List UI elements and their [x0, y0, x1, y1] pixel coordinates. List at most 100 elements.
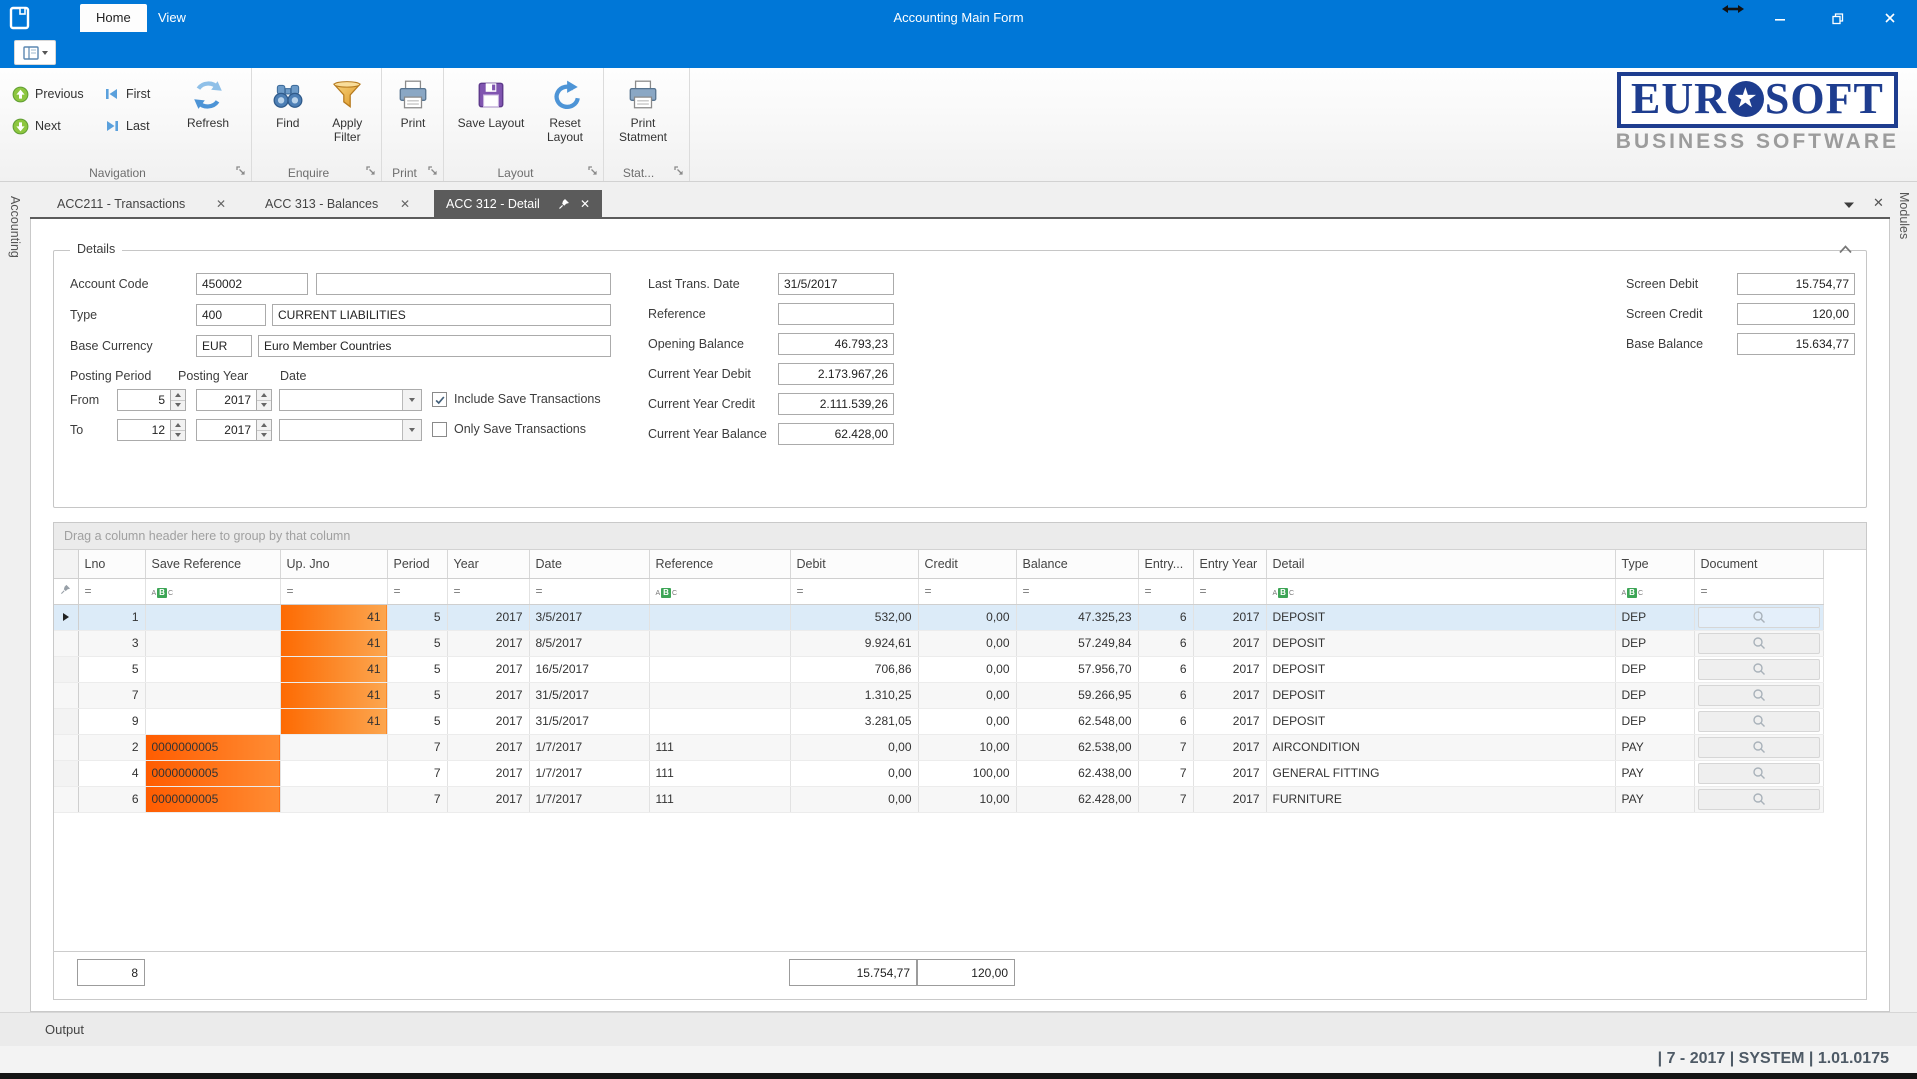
grid-cell-entry_year[interactable]: 2017 [1193, 734, 1266, 760]
filter-cell-entry[interactable]: = [1138, 578, 1193, 604]
grid-cell-balance[interactable]: 62.428,00 [1016, 786, 1138, 812]
grid-cell-detail[interactable]: GENERAL FITTING [1266, 760, 1615, 786]
include-save-transactions-checkbox[interactable] [432, 392, 447, 407]
to-period-spinner[interactable]: 12 [117, 419, 186, 441]
grid-cell-debit[interactable]: 1.310,25 [790, 682, 918, 708]
grid-cell-type[interactable]: DEP [1615, 682, 1694, 708]
column-header-balance[interactable]: Balance [1016, 550, 1138, 578]
grid-cell-reference[interactable]: 111 [649, 734, 790, 760]
grid-cell-reference[interactable] [649, 682, 790, 708]
doc-tab-detail[interactable]: ACC 312 - Detail ✕ [434, 190, 602, 217]
grid-cell-document[interactable] [1694, 786, 1823, 812]
current-year-credit-field[interactable]: 2.111.539,26 [778, 393, 894, 415]
filter-cell-date[interactable]: = [529, 578, 649, 604]
from-date-dropdown[interactable] [279, 389, 422, 411]
spin-down-icon[interactable] [257, 400, 271, 411]
grid-cell-entry[interactable]: 6 [1138, 604, 1193, 630]
document-search-button[interactable] [1698, 607, 1820, 628]
grid-cell-debit[interactable]: 532,00 [790, 604, 918, 630]
grid-cell-entry_year[interactable]: 2017 [1193, 786, 1266, 812]
filter-row-indicator[interactable] [54, 578, 78, 604]
grid-cell-save_reference[interactable] [145, 630, 280, 656]
filter-cell-reference[interactable]: ABC [649, 578, 790, 604]
grid-cell-type[interactable]: PAY [1615, 734, 1694, 760]
grid-cell-document[interactable] [1694, 760, 1823, 786]
grid-cell-credit[interactable]: 10,00 [918, 786, 1016, 812]
grid-cell-debit[interactable]: 0,00 [790, 734, 918, 760]
grid-cell-type[interactable]: DEP [1615, 708, 1694, 734]
current-year-debit-field[interactable]: 2.173.967,26 [778, 363, 894, 385]
document-search-button[interactable] [1698, 711, 1820, 732]
opening-balance-field[interactable]: 46.793,23 [778, 333, 894, 355]
grid-cell-lno[interactable]: 7 [78, 682, 145, 708]
grid-cell-detail[interactable]: FURNITURE [1266, 786, 1615, 812]
grid-cell-reference[interactable]: 111 [649, 760, 790, 786]
spin-up-icon[interactable] [257, 390, 271, 400]
side-tab-accounting[interactable]: Accounting [8, 196, 22, 258]
grid-cell-period[interactable]: 5 [387, 682, 447, 708]
grid-cell-entry[interactable]: 7 [1138, 734, 1193, 760]
column-header-credit[interactable]: Credit [918, 550, 1016, 578]
grid-cell-entry_year[interactable]: 2017 [1193, 630, 1266, 656]
grid-cell-up_jno[interactable] [280, 760, 387, 786]
row-indicator[interactable] [54, 708, 78, 734]
column-header-entry[interactable]: Entry... [1138, 550, 1193, 578]
to-year-spinner[interactable]: 2017 [196, 419, 272, 441]
grid-cell-balance[interactable]: 57.956,70 [1016, 656, 1138, 682]
grid-cell-balance[interactable]: 62.538,00 [1016, 734, 1138, 760]
grid-cell-save_reference[interactable] [145, 682, 280, 708]
grid-cell-year[interactable]: 2017 [447, 656, 529, 682]
side-tab-modules[interactable]: Modules [1897, 192, 1911, 239]
grid-cell-debit[interactable]: 0,00 [790, 760, 918, 786]
grid-cell-detail[interactable]: DEPOSIT [1266, 604, 1615, 630]
pin-icon[interactable] [558, 198, 570, 210]
spin-down-icon[interactable] [257, 430, 271, 441]
account-code-field[interactable]: 450002 [196, 273, 308, 295]
grid-cell-detail[interactable]: AIRCONDITION [1266, 734, 1615, 760]
grid-cell-date[interactable]: 1/7/2017 [529, 786, 649, 812]
reset-layout-button[interactable]: Reset Layout [532, 74, 598, 145]
grid-cell-save_reference[interactable]: 0000000005 [145, 760, 280, 786]
grid-row[interactable]: 341520178/5/20179.924,610,0057.249,84620… [54, 630, 1823, 656]
grid-cell-document[interactable] [1694, 734, 1823, 760]
grid-cell-up_jno[interactable]: 41 [280, 708, 387, 734]
grid-cell-entry[interactable]: 7 [1138, 760, 1193, 786]
type-desc-field[interactable]: CURRENT LIABILITIES [272, 304, 611, 326]
grid-cell-document[interactable] [1694, 708, 1823, 734]
grid-cell-reference[interactable] [649, 630, 790, 656]
minimize-button[interactable] [1758, 0, 1802, 36]
grid-cell-credit[interactable]: 0,00 [918, 708, 1016, 734]
dialog-launcher-icon[interactable] [366, 166, 377, 177]
column-header-document[interactable]: Document [1694, 550, 1823, 578]
doc-tab-transactions[interactable]: ACC211 - Transactions ✕ [45, 190, 238, 217]
previous-button[interactable]: Previous [6, 82, 98, 106]
document-search-button[interactable] [1698, 659, 1820, 680]
column-header-date[interactable]: Date [529, 550, 649, 578]
dialog-launcher-icon[interactable] [674, 166, 685, 177]
next-button[interactable]: Next [6, 114, 98, 138]
dialog-launcher-icon[interactable] [588, 166, 599, 177]
column-header-reference[interactable]: Reference [649, 550, 790, 578]
filter-cell-lno[interactable]: = [78, 578, 145, 604]
find-button[interactable]: Find [258, 74, 318, 130]
grid-cell-balance[interactable]: 62.438,00 [1016, 760, 1138, 786]
grid-cell-document[interactable] [1694, 656, 1823, 682]
grid-row[interactable]: 9415201731/5/20173.281,050,0062.548,0062… [54, 708, 1823, 734]
grid-cell-period[interactable]: 7 [387, 786, 447, 812]
row-indicator[interactable] [54, 656, 78, 682]
grid-cell-entry_year[interactable]: 2017 [1193, 708, 1266, 734]
grid-cell-date[interactable]: 16/5/2017 [529, 656, 649, 682]
collapse-chevron-icon[interactable] [1838, 244, 1853, 255]
filter-cell-balance[interactable]: = [1016, 578, 1138, 604]
column-header-entry_year[interactable]: Entry Year [1193, 550, 1266, 578]
grid-row[interactable]: 7415201731/5/20171.310,250,0059.266,9562… [54, 682, 1823, 708]
print-statement-button[interactable]: Print Statment [610, 74, 676, 145]
tab-close-icon[interactable]: ✕ [400, 197, 410, 211]
account-name-field[interactable] [316, 273, 611, 295]
grid-cell-year[interactable]: 2017 [447, 786, 529, 812]
grid-cell-detail[interactable]: DEPOSIT [1266, 682, 1615, 708]
filter-cell-document[interactable]: = [1694, 578, 1823, 604]
grid-cell-up_jno[interactable]: 41 [280, 604, 387, 630]
column-header-save_reference[interactable]: Save Reference [145, 550, 280, 578]
grid-cell-entry[interactable]: 7 [1138, 786, 1193, 812]
